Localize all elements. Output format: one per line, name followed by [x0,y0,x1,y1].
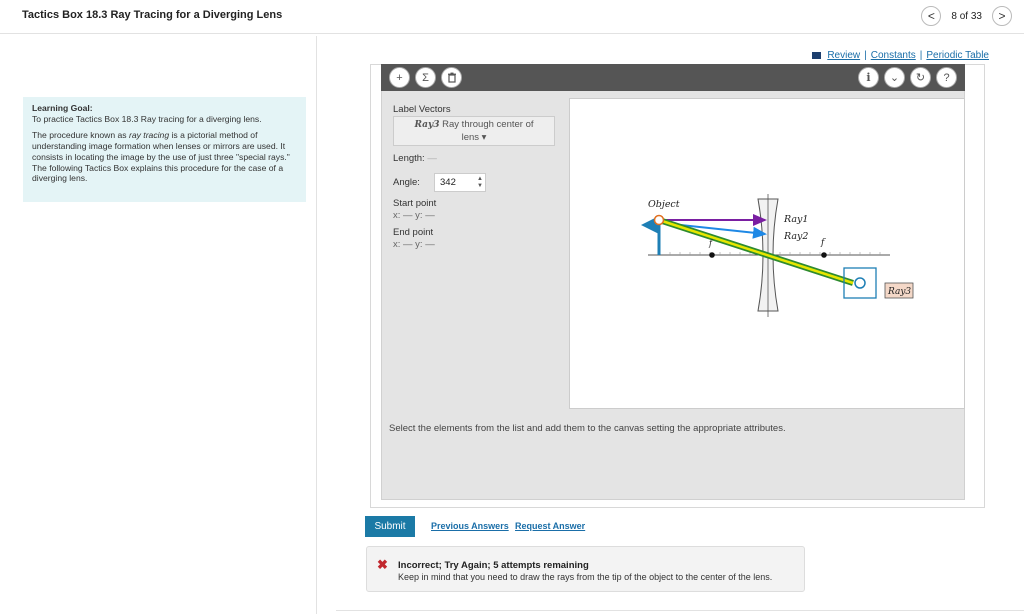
header-bar: Tactics Box 18.3 Ray Tracing for a Diver… [0,0,1024,34]
chevron-down-icon[interactable]: ⌄ [884,67,905,88]
column-divider [316,36,317,614]
ray1-label: Ray1 [783,214,808,225]
page-title: Tactics Box 18.3 Ray Tracing for a Diver… [22,9,283,21]
ray3-highlight [658,218,854,285]
label-vectors-title: Label Vectors [393,104,451,115]
vector-label-select[interactable]: Ray3 Ray through center of lens ▾ [393,116,555,146]
body-text-emphasis: ray tracing [128,130,170,141]
review-link[interactable]: Review [827,50,860,61]
chevron-left-icon: < [927,9,935,23]
link-separator: | [864,50,867,61]
end-point-coords: x: — y: — [393,239,435,250]
reset-glyph: ↻ [915,72,926,84]
constants-link[interactable]: Constants [871,50,916,61]
review-icon [812,52,822,59]
learning-goal-box: Learning Goal: To practice Tactics Box 1… [23,97,306,202]
length-label: Length: [393,153,425,164]
ray2-label: Ray2 [783,231,808,242]
submit-button[interactable]: Submit [365,516,415,537]
angle-input[interactable]: 342 ▲ ▼ [434,173,486,192]
focal-point-left [709,252,715,258]
link-separator: | [919,50,923,61]
sigma-glyph: Σ [422,71,429,84]
reset-icon[interactable]: ↻ [910,67,931,88]
angle-label: Angle: [393,177,420,188]
feedback-message: Keep in mind that you need to draw the r… [398,572,773,582]
ray-diagram: Object Ray1 Ray2 f f Ray3 [641,194,914,317]
learning-goal-intro: To practice Tactics Box 18.3 Ray tracing… [32,113,262,124]
previous-answers-link[interactable]: Previous Answers [431,521,509,531]
ray3-end-point[interactable] [854,277,866,289]
ray3-label: Ray3 [887,287,911,297]
object-label: Object [648,199,680,210]
focal-point-right [821,252,827,258]
body-text-pre: The procedure known as [32,130,129,141]
end-point-label: End point [393,227,434,238]
vector-properties-panel: Label Vectors Ray3 Ray through center of… [381,91,558,396]
error-icon: ✖ [377,557,388,572]
chevron-right-icon: > [998,9,1006,23]
periodic-table-link[interactable]: Periodic Table [926,50,989,61]
feedback-title: Incorrect; Try Again; 5 attempts remaini… [398,560,589,571]
focal-label-right: f [820,238,826,248]
learning-goal-body: The procedure known as ray tracing is a … [32,130,297,184]
start-point-coords: x: — y: — [393,210,435,221]
plus-glyph: + [396,71,403,84]
info-glyph: i [866,71,871,84]
angle-stepper[interactable]: ▲ ▼ [477,176,483,190]
feedback-box: ✖ Incorrect; Try Again; 5 attempts remai… [366,546,805,592]
length-row: Length: — [393,153,437,164]
vector-description-2: lens ▾ [461,131,487,143]
trash-icon[interactable] [441,67,462,88]
vector-description: Ray through center of [442,119,534,130]
object-tip-handle[interactable] [653,214,665,226]
expand-glyph: ⌄ [889,72,900,84]
resource-links: Review | Constants | Periodic Table [812,50,989,61]
help-glyph: ? [943,71,950,84]
angle-value: 342 [440,177,456,188]
learning-goal-title: Learning Goal: [32,103,93,113]
next-page-button[interactable]: > [992,6,1012,26]
vector-name: Ray3 [414,120,440,130]
page-status: 8 of 33 [951,10,982,22]
instruction-text: Select the elements from the list and ad… [389,423,786,434]
bottom-divider [336,610,1024,611]
drawing-toolbar: + Σ i ⌄ ↻ ? [381,64,965,91]
sum-vector-icon[interactable]: Σ [415,67,436,88]
add-vector-icon[interactable]: + [389,67,410,88]
help-icon[interactable]: ? [936,67,957,88]
info-icon[interactable]: i [858,67,879,88]
drawing-canvas[interactable]: Object Ray1 Ray2 f f Ray3 [569,98,965,409]
prev-page-button[interactable]: < [921,6,942,26]
length-value: — [427,153,437,164]
start-point-label: Start point [393,198,437,209]
pager: < 8 of 33 > [921,6,1012,26]
request-answer-link[interactable]: Request Answer [515,521,585,531]
